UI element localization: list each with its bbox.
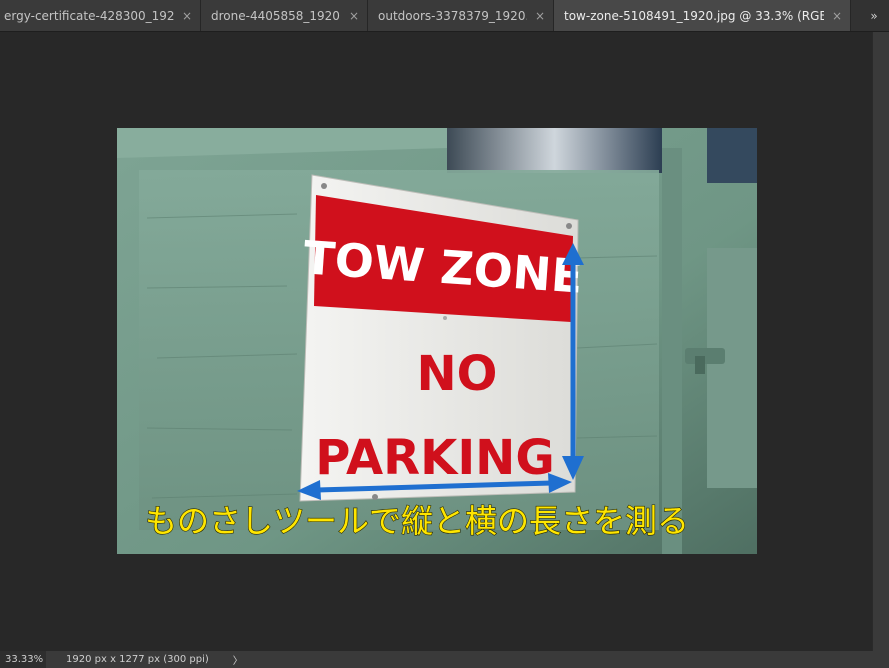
- tab-tow-zone[interactable]: tow-zone-5108491_1920.jpg @ 33.3% (RGB/8…: [554, 0, 851, 31]
- vertical-scrollbar[interactable]: [872, 32, 889, 651]
- tab-overflow-icon[interactable]: »: [857, 0, 889, 31]
- tab-label: drone-4405858_1920.jpg: [211, 8, 341, 23]
- tab-drone[interactable]: drone-4405858_1920.jpg ×: [201, 0, 368, 31]
- tab-label: outdoors-3378379_1920.jpg: [378, 8, 527, 23]
- close-icon[interactable]: ×: [832, 9, 842, 23]
- status-bar: 33.33% 1920 px x 1277 px (300 ppi) 〉: [0, 651, 889, 668]
- close-icon[interactable]: ×: [182, 9, 192, 23]
- tab-label: ergy-certificate-428300_1920.jpg: [4, 8, 174, 23]
- document-info: 1920 px x 1277 px (300 ppi): [66, 654, 209, 665]
- close-icon[interactable]: ×: [349, 9, 359, 23]
- zoom-level[interactable]: 33.33%: [0, 651, 46, 668]
- tab-outdoors[interactable]: outdoors-3378379_1920.jpg ×: [368, 0, 554, 31]
- tab-label: tow-zone-5108491_1920.jpg @ 33.3% (RGB/8…: [564, 8, 824, 23]
- chevron-right-icon[interactable]: 〉: [233, 652, 243, 667]
- sign-line-no: NO: [417, 346, 498, 402]
- document-image: TOW ZONE NO PARKING ものさしツールで縦と横の長さを測る: [117, 128, 757, 554]
- tab-energy-certificate[interactable]: ergy-certificate-428300_1920.jpg ×: [0, 0, 201, 31]
- sign-line-parking: PARKING: [315, 430, 555, 486]
- caption-text: ものさしツールで縦と横の長さを測る: [145, 502, 689, 540]
- close-icon[interactable]: ×: [535, 9, 545, 23]
- document-tab-bar: ergy-certificate-428300_1920.jpg × drone…: [0, 0, 889, 32]
